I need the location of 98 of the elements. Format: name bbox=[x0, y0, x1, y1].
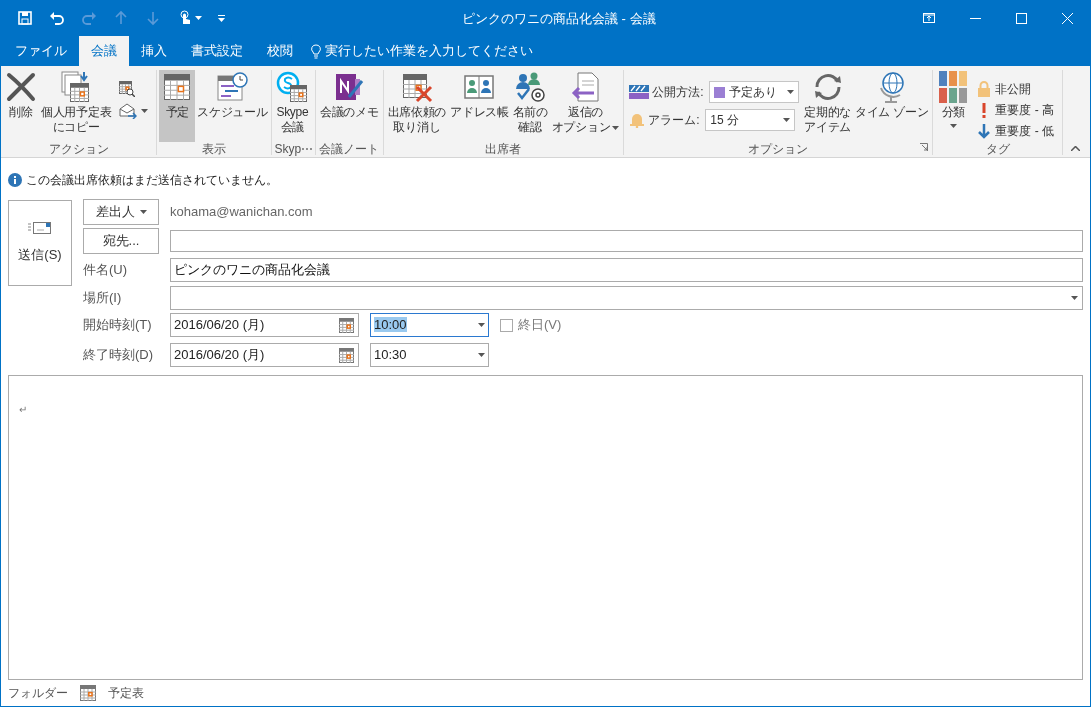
skype-calendar-icon bbox=[276, 71, 309, 103]
ribbon-button[interactable]: 定期的な アイテム bbox=[802, 70, 854, 142]
to-field[interactable] bbox=[170, 230, 1083, 252]
down-arrow-icon bbox=[977, 123, 992, 140]
group-label: 表示 bbox=[202, 142, 227, 157]
folder-name: 予定表 bbox=[108, 685, 144, 702]
ribbon-small-button[interactable]: 非公開 bbox=[974, 78, 1057, 100]
ribbon-button[interactable]: 返信の オプション bbox=[549, 70, 622, 142]
ribbon-tab[interactable]: ファイル bbox=[3, 36, 79, 66]
location-field[interactable] bbox=[170, 286, 1083, 310]
ribbon-button[interactable]: Skype 会議 bbox=[274, 70, 311, 142]
ribbon-tab[interactable]: 会議 bbox=[79, 36, 129, 66]
all-day-checkbox[interactable]: 終日(V) bbox=[500, 315, 562, 335]
status-label: フォルダー bbox=[8, 685, 68, 702]
time-field[interactable]: 10:30 bbox=[370, 343, 489, 367]
group-label: 出席者 bbox=[485, 142, 522, 157]
calendar-icon[interactable] bbox=[339, 347, 355, 363]
caret-icon bbox=[478, 323, 485, 327]
ribbon-tab[interactable]: 校閲 bbox=[255, 36, 305, 66]
sender-address: kohama@wanichan.com bbox=[170, 203, 313, 222]
group-label: アクション bbox=[48, 142, 109, 157]
caret-icon[interactable] bbox=[195, 16, 202, 20]
group-label: タグ bbox=[985, 142, 1010, 157]
ribbon-button[interactable]: 予定 bbox=[159, 70, 196, 142]
paragraph-mark: ↵ bbox=[19, 404, 27, 415]
caret-icon bbox=[787, 90, 795, 94]
caret-icon bbox=[141, 109, 149, 113]
close-icon bbox=[1061, 12, 1073, 24]
ribbon-button[interactable]: スケジュール bbox=[195, 70, 270, 142]
group-label: Skyp⋯ bbox=[274, 142, 314, 157]
tell-me-field[interactable]: 実行したい作業を入力してください bbox=[311, 36, 585, 66]
caret-icon bbox=[1071, 296, 1078, 300]
ribbon-tab[interactable]: 挿入 bbox=[129, 36, 179, 66]
color-grid-icon bbox=[937, 70, 970, 104]
minimize-icon bbox=[969, 17, 981, 19]
calendar-icon[interactable] bbox=[339, 317, 355, 333]
ribbon-small-button[interactable]: 重要度 - 低 bbox=[974, 120, 1057, 142]
ribbon-button[interactable]: アドレス帳 bbox=[448, 70, 511, 142]
lightbulb-icon bbox=[311, 43, 321, 59]
caret-icon bbox=[949, 124, 957, 128]
from-button[interactable]: 差出人 bbox=[83, 199, 159, 225]
to-button[interactable]: 宛先... bbox=[83, 228, 159, 254]
striped-bar-icon bbox=[629, 85, 650, 99]
dropdown-field[interactable]: 予定あり bbox=[709, 81, 800, 103]
color-swatch-icon bbox=[714, 86, 726, 98]
time-field[interactable]: 10:00 bbox=[370, 313, 489, 337]
field-label: 公開方法: bbox=[652, 84, 705, 101]
bell-icon bbox=[629, 112, 646, 128]
field-label: アラーム: bbox=[648, 112, 701, 129]
ribbon-small-button[interactable]: 重要度 - 高 bbox=[974, 99, 1057, 121]
field-label: 場所(I) bbox=[83, 289, 123, 308]
up-arrow-icon bbox=[113, 10, 129, 26]
ribbon-button[interactable]: 名前の 確認 bbox=[510, 70, 550, 142]
ribbon-display-icon bbox=[923, 13, 935, 23]
chevron-up-icon bbox=[1070, 145, 1080, 151]
info-icon bbox=[8, 173, 22, 187]
touch-icon bbox=[177, 10, 193, 26]
document-arrow-icon bbox=[569, 71, 602, 103]
ribbon-button[interactable]: 出席依頼の 取り消し bbox=[385, 70, 449, 142]
caret-icon bbox=[139, 210, 147, 214]
dialog-launcher-icon[interactable] bbox=[920, 143, 929, 151]
group-label: 会議ノート bbox=[319, 142, 380, 157]
delete-icon bbox=[5, 71, 37, 103]
info-message: この会議出席依頼はまだ送信されていません。 bbox=[26, 172, 278, 189]
ribbon-button[interactable]: 個人用予定表 にコピー bbox=[39, 70, 114, 142]
redo-icon bbox=[81, 10, 97, 26]
people-check-icon bbox=[514, 71, 547, 103]
window-title: ピンクのワニの商品化会議 - 会議 bbox=[462, 10, 656, 28]
ribbon-button[interactable]: 会議のメモ bbox=[318, 70, 381, 142]
subject-field[interactable]: ピンクのワニの商品化会議 bbox=[170, 258, 1083, 282]
ribbon-button[interactable]: タイム ゾーン bbox=[853, 70, 931, 142]
caret-icon bbox=[783, 118, 791, 122]
ribbon-button[interactable]: 分類 bbox=[935, 70, 972, 142]
maximize-icon bbox=[1015, 12, 1027, 24]
date-field[interactable]: 2016/06/20 (月) bbox=[170, 313, 359, 337]
ribbon-button[interactable]: 削除 bbox=[3, 70, 39, 142]
undo-icon bbox=[49, 10, 65, 26]
calendar-icon bbox=[80, 685, 96, 701]
envelope-arrow-icon bbox=[119, 103, 138, 119]
field-label: 件名(U) bbox=[83, 261, 129, 280]
notebook-icon bbox=[333, 71, 366, 103]
lock-icon bbox=[977, 80, 992, 97]
date-field[interactable]: 2016/06/20 (月) bbox=[170, 343, 359, 367]
dropdown-field[interactable]: 15 分 bbox=[705, 109, 796, 131]
schedule-icon bbox=[216, 71, 249, 103]
field-label: 終了時刻(D) bbox=[83, 346, 155, 365]
ribbon-tab[interactable]: 書式設定 bbox=[179, 36, 255, 66]
save-icon bbox=[17, 10, 33, 26]
caret-icon bbox=[217, 14, 225, 22]
down-arrow-icon bbox=[145, 10, 161, 26]
caret-icon bbox=[612, 125, 620, 130]
send-button[interactable]: 送信(S) bbox=[8, 200, 72, 286]
caret-icon bbox=[478, 353, 485, 357]
collapse-ribbon-button[interactable] bbox=[1068, 143, 1082, 153]
field-label: 開始時刻(T) bbox=[83, 316, 153, 335]
calendar-search-icon bbox=[119, 81, 136, 97]
envelope-icon bbox=[28, 221, 52, 236]
group-label: オプション bbox=[748, 142, 809, 157]
